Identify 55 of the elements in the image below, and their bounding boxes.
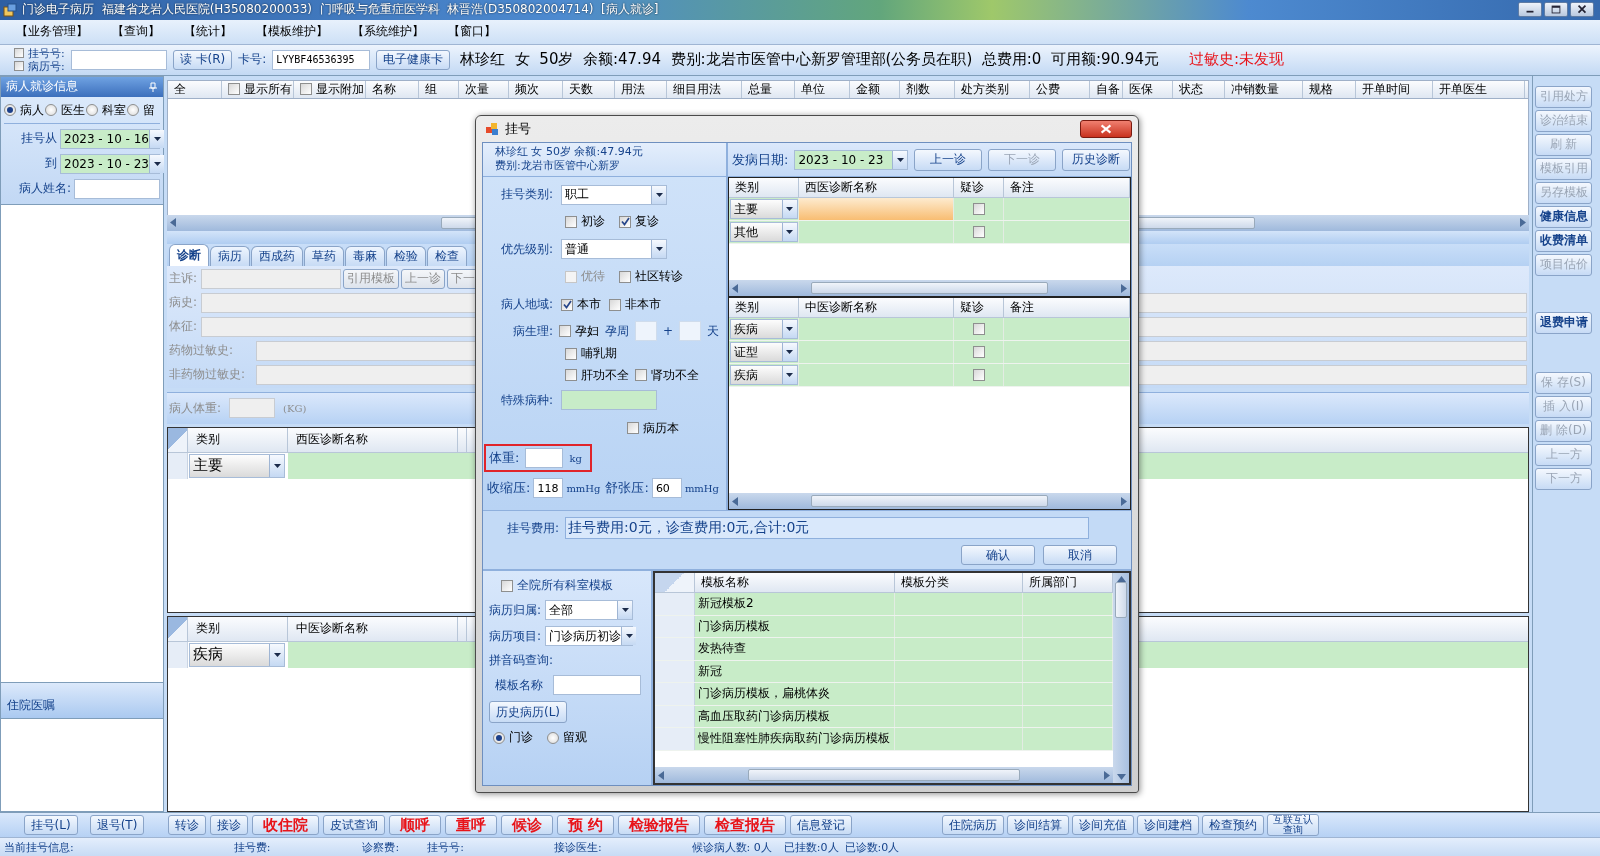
unit-label: mmHg <box>684 482 719 494</box>
field-label: 药物过敏史: <box>169 342 235 360</box>
field-label: 模板名称 <box>495 676 543 694</box>
allergy-status: 过敏史:未发现 <box>1188 50 1284 70</box>
status-text: 接诊医生: <box>553 839 602 855</box>
field-label: 体征: <box>169 318 199 336</box>
status-text: 挂号号: <box>427 839 464 855</box>
status-text: 已挂数:0人 <box>783 839 839 855</box>
field-label: 收缩压: <box>487 479 531 497</box>
field-label: 卡号: <box>238 51 267 69</box>
field-label: 主诉: <box>169 270 199 288</box>
status-text: 候诊病人数: 0人 <box>691 839 772 855</box>
field-label: 挂号类别: <box>499 186 553 203</box>
field-label: 孕周 <box>605 322 629 340</box>
table-cell: 新冠 <box>695 660 895 682</box>
section-title: 住院医嘱 <box>7 697 55 715</box>
unit-label: mmHg <box>566 482 601 494</box>
field-label: 病人地域: <box>499 296 553 313</box>
plus-sign: + <box>663 324 674 338</box>
table-cell: 新冠模板2 <box>695 593 895 615</box>
field-label: 病人体重: <box>169 399 222 417</box>
field-label: 病生理: <box>511 322 553 340</box>
dialog-title: 挂号 <box>505 120 532 138</box>
field-label: 舒张压: <box>605 479 649 497</box>
table-cell: 慢性阻塞性肺疾病取药门诊病历模板 <box>695 728 895 750</box>
fee-type-info: 费别:龙岩市医管中心新罗 <box>495 159 621 173</box>
field-label: 优先级别: <box>499 240 553 258</box>
field-label: 体重: <box>489 449 520 467</box>
field-label: 到 <box>45 155 57 173</box>
unit-label: (KG) <box>283 402 307 414</box>
status-text: 当前挂号信息: <box>4 839 74 855</box>
fee-summary-field: 挂号费用:0元，诊查费用:0元,合计:0元 <box>565 517 1090 539</box>
window-title: 门诊电子病历 福建省龙岩人民医院(H35080200033) 门呼吸与危重症医学科 林晋浩(D350802004714) [病人就诊] <box>21 1 660 19</box>
table-cell: 门诊病历模板，扁桃体炎 <box>695 683 895 705</box>
unit-label: kg <box>569 452 582 464</box>
patient-summary: 林珍红 女 50岁 余额:47.94 费别:龙岩市医管中心新罗管理部(公务员在职) 总费用:0 可用额:90.94元 <box>460 50 1159 70</box>
field-label: 发病日期: <box>732 150 789 169</box>
status-text: 挂号费: <box>233 839 271 855</box>
unit-label: 天 <box>707 322 720 340</box>
field-label: 挂号费用: <box>507 519 560 537</box>
field-label: 病历归属: <box>489 601 542 619</box>
field-label: 拼音码查询: <box>489 652 554 669</box>
table-cell: 发热待查 <box>695 638 895 660</box>
field-label: 挂号从 <box>21 130 57 148</box>
field-label: 病人姓名: <box>18 180 71 198</box>
field-label: 病历项目: <box>489 627 542 645</box>
table-cell: 门诊病历模板 <box>695 615 895 637</box>
status-text: 已诊数:0人 <box>844 839 900 855</box>
status-text: 诊察费: <box>362 839 400 855</box>
field-label: 特殊病种: <box>499 391 553 409</box>
field-label: 病史: <box>169 294 199 312</box>
table-cell: 高血压取药门诊病历模板 <box>695 705 895 727</box>
patient-info: 林珍红 女 50岁 余额:47.94元 <box>495 145 644 159</box>
field-label: 非药物过敏史: <box>169 366 247 384</box>
panel-title: 病人就诊信息 <box>6 78 78 96</box>
